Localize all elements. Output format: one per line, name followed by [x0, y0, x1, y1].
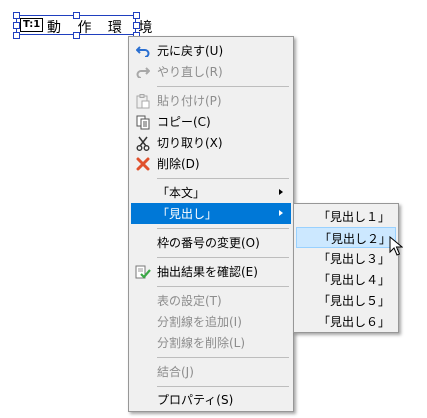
menu-item-remove-divider[interactable]: 分割線を削除(L) [131, 332, 291, 353]
menu-separator [157, 286, 289, 287]
submenu-arrow-icon [279, 210, 283, 216]
submenu-item-heading-1[interactable]: 「見出し１」 [296, 206, 396, 227]
menu-separator [157, 228, 289, 229]
submenu-item-heading-5[interactable]: 「見出し５」 [296, 290, 396, 311]
menu-item-label: 枠の番号の変更(O) [157, 236, 260, 250]
delete-icon [135, 156, 151, 172]
menu-item-label: 元に戻す(U) [157, 44, 224, 58]
cut-icon [135, 135, 151, 151]
menu-item-redo[interactable]: やり直し(R) [131, 61, 291, 82]
mouse-cursor-icon [389, 236, 403, 256]
context-menu: 元に戻す(U) やり直し(R) 貼り付け(P) コピー(C) 切り取り(X) 削… [128, 36, 294, 412]
menu-item-body-style[interactable]: 「本文」 [131, 182, 291, 203]
submenu-item-heading-4[interactable]: 「見出し４」 [296, 269, 396, 290]
copy-icon [135, 114, 151, 130]
menu-separator [157, 86, 289, 87]
submenu-item-label: 「見出し４」 [318, 273, 391, 287]
menu-separator [157, 357, 289, 358]
menu-item-label: 「見出し」 [157, 207, 218, 221]
submenu-item-heading-6[interactable]: 「見出し６」 [296, 311, 396, 332]
resize-handle-middle-left[interactable] [13, 22, 20, 29]
resize-handle-top-left[interactable] [13, 12, 20, 19]
menu-item-label: 削除(D) [157, 157, 200, 171]
frame-text: 動 作 環 境 [47, 20, 159, 36]
submenu-item-heading-3[interactable]: 「見出し３」 [296, 248, 396, 269]
undo-icon [135, 43, 151, 59]
redo-icon [135, 64, 151, 80]
menu-item-copy[interactable]: コピー(C) [131, 111, 291, 132]
submenu-item-label: 「見出し２」 [319, 232, 392, 246]
resize-handle-middle-right[interactable] [133, 22, 140, 29]
submenu-item-label: 「見出し５」 [318, 294, 391, 308]
submenu-item-label: 「見出し６」 [318, 315, 391, 329]
submenu-item-label: 「見出し１」 [318, 210, 391, 224]
menu-item-label: 結合(J) [157, 365, 194, 379]
menu-item-delete[interactable]: 削除(D) [131, 153, 291, 174]
menu-item-label: コピー(C) [157, 115, 211, 129]
menu-item-label: 切り取り(X) [157, 136, 223, 150]
menu-item-merge[interactable]: 結合(J) [131, 361, 291, 382]
menu-item-cut[interactable]: 切り取り(X) [131, 132, 291, 153]
menu-item-label: 「本文」 [157, 186, 206, 200]
menu-separator [157, 257, 289, 258]
menu-item-label: 分割線を追加(I) [157, 315, 242, 329]
resize-handle-bottom-left[interactable] [13, 32, 20, 39]
menu-item-change-frame-number[interactable]: 枠の番号の変更(O) [131, 232, 291, 253]
paste-icon [135, 93, 151, 109]
menu-item-table-settings[interactable]: 表の設定(T) [131, 290, 291, 311]
menu-item-label: 分割線を削除(L) [157, 336, 246, 350]
heading-submenu: 「見出し１」 「見出し２」 「見出し３」 「見出し４」 「見出し５」 「見出し６… [293, 203, 399, 333]
resize-handle-bottom-center[interactable] [73, 32, 80, 39]
menu-item-heading-style[interactable]: 「見出し」 [131, 203, 291, 224]
menu-item-label: 貼り付け(P) [157, 94, 222, 108]
submenu-item-heading-2[interactable]: 「見出し２」 [296, 227, 396, 248]
menu-item-label: やり直し(R) [157, 65, 223, 79]
menu-separator [157, 178, 289, 179]
check-extract-icon [135, 264, 151, 280]
menu-item-label: 表の設定(T) [157, 294, 222, 308]
menu-item-check-extraction[interactable]: 抽出結果を確認(E) [131, 261, 291, 282]
menu-item-undo[interactable]: 元に戻す(U) [131, 40, 291, 61]
resize-handle-top-center[interactable] [73, 12, 80, 19]
submenu-arrow-icon [279, 189, 283, 195]
menu-separator [157, 386, 289, 387]
submenu-item-label: 「見出し３」 [318, 252, 391, 266]
resize-handle-top-right[interactable] [133, 12, 140, 19]
menu-item-paste[interactable]: 貼り付け(P) [131, 90, 291, 111]
menu-item-add-divider[interactable]: 分割線を追加(I) [131, 311, 291, 332]
menu-item-label: 抽出結果を確認(E) [157, 265, 258, 279]
menu-item-label: プロパティ(S) [157, 393, 234, 407]
menu-item-properties[interactable]: プロパティ(S) [131, 389, 291, 410]
frame-number-tag: T:1 [20, 18, 44, 32]
